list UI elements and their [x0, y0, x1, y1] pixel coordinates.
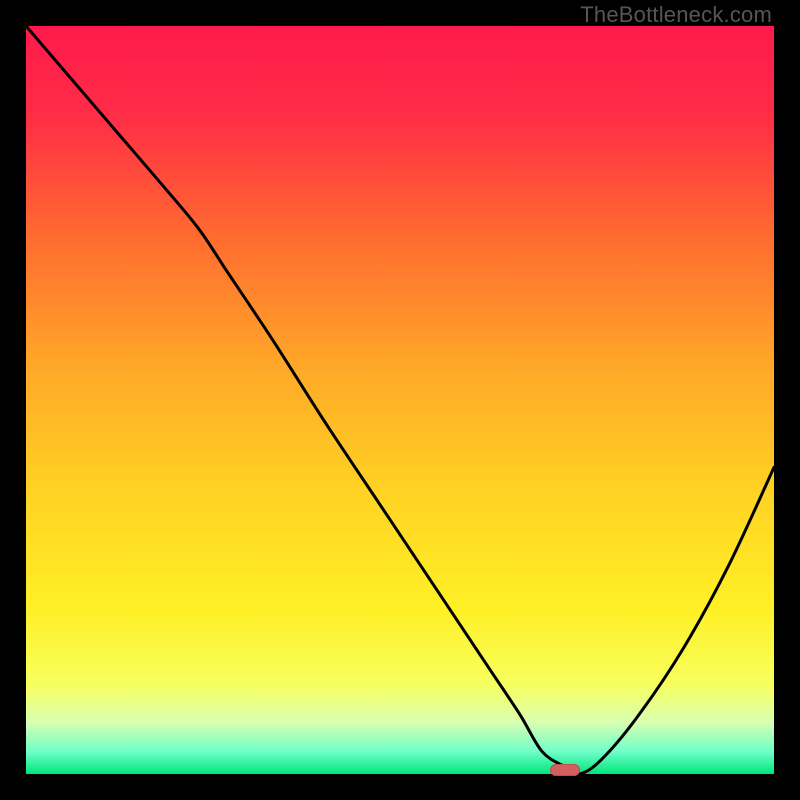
optimal-point-marker	[550, 764, 580, 776]
bottleneck-curve	[26, 26, 774, 774]
watermark-text: TheBottleneck.com	[580, 2, 772, 28]
chart-frame: TheBottleneck.com	[0, 0, 800, 800]
